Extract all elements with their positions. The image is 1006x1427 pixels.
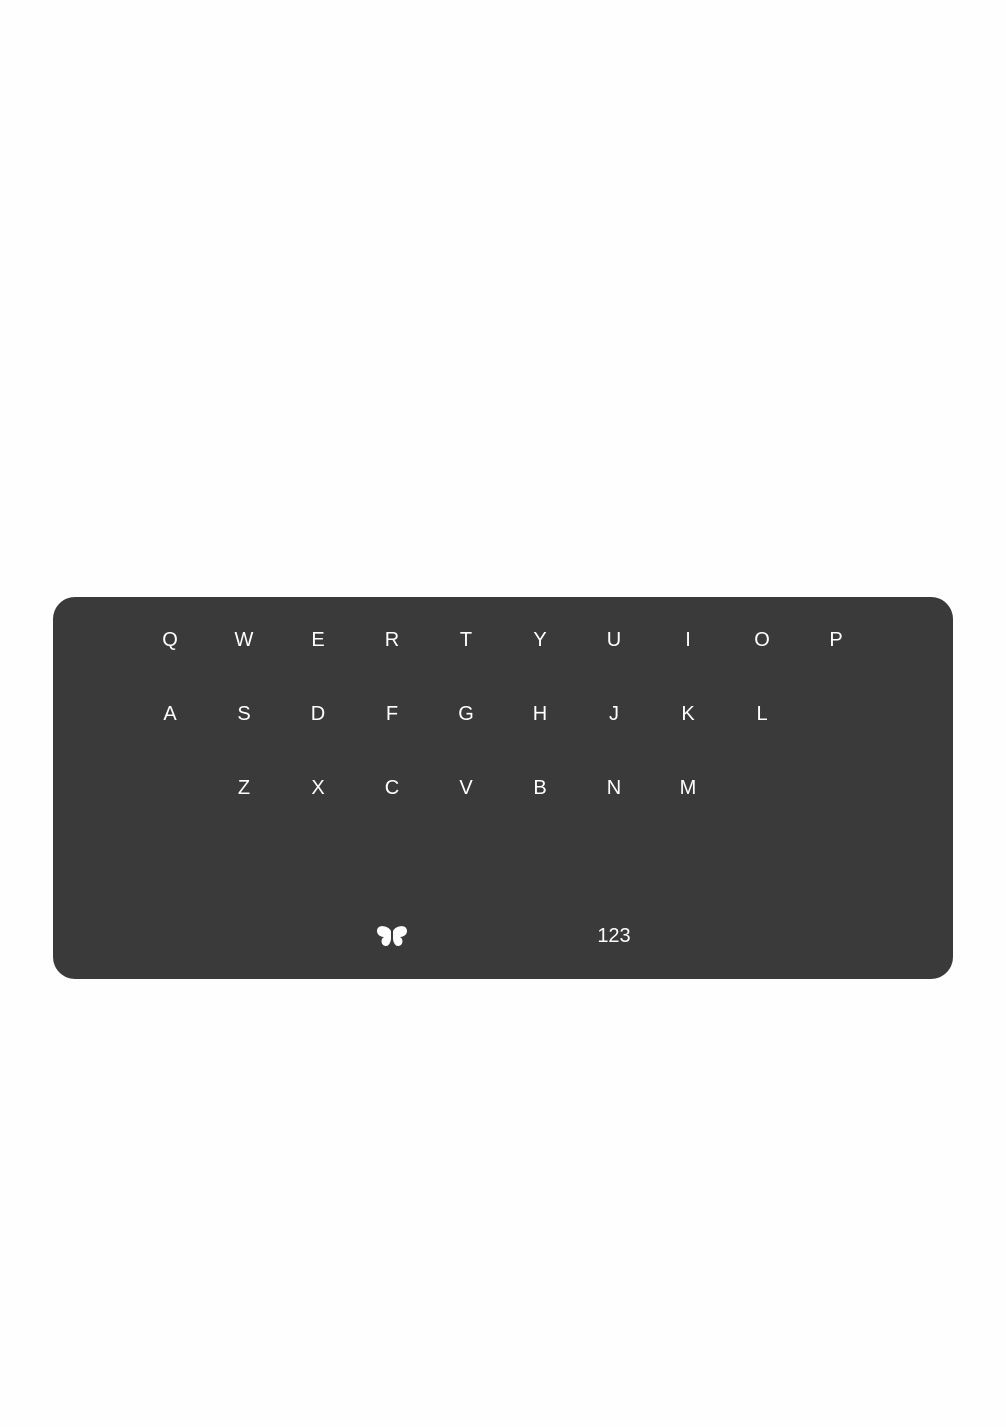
key-h[interactable]: H [510, 692, 570, 736]
key-b[interactable]: B [510, 766, 570, 810]
key-e[interactable]: E [288, 618, 348, 662]
key-q[interactable]: Q [140, 618, 200, 662]
key-t[interactable]: T [436, 618, 496, 662]
key-a[interactable]: A [140, 692, 200, 736]
key-o[interactable]: O [732, 618, 792, 662]
key-w[interactable]: W [214, 618, 274, 662]
butterfly-icon [377, 925, 407, 947]
key-p[interactable]: P [806, 618, 866, 662]
key-x[interactable]: X [288, 766, 348, 810]
key-d[interactable]: D [288, 692, 348, 736]
key-c[interactable]: C [362, 766, 422, 810]
key-f[interactable]: F [362, 692, 422, 736]
key-z[interactable]: Z [214, 766, 274, 810]
key-l[interactable]: L [732, 692, 792, 736]
key-i[interactable]: I [658, 618, 718, 662]
keyboard: Q W E R T Y U I O P A S D F G H J K L Z … [53, 597, 953, 979]
key-v[interactable]: V [436, 766, 496, 810]
key-g[interactable]: G [436, 692, 496, 736]
key-s[interactable]: S [214, 692, 274, 736]
key-m[interactable]: M [658, 766, 718, 810]
key-u[interactable]: U [584, 618, 644, 662]
logo-key[interactable] [362, 914, 422, 958]
key-j[interactable]: J [584, 692, 644, 736]
key-r[interactable]: R [362, 618, 422, 662]
key-k[interactable]: K [658, 692, 718, 736]
key-n[interactable]: N [584, 766, 644, 810]
key-y[interactable]: Y [510, 618, 570, 662]
numbers-key[interactable]: 123 [579, 914, 649, 958]
